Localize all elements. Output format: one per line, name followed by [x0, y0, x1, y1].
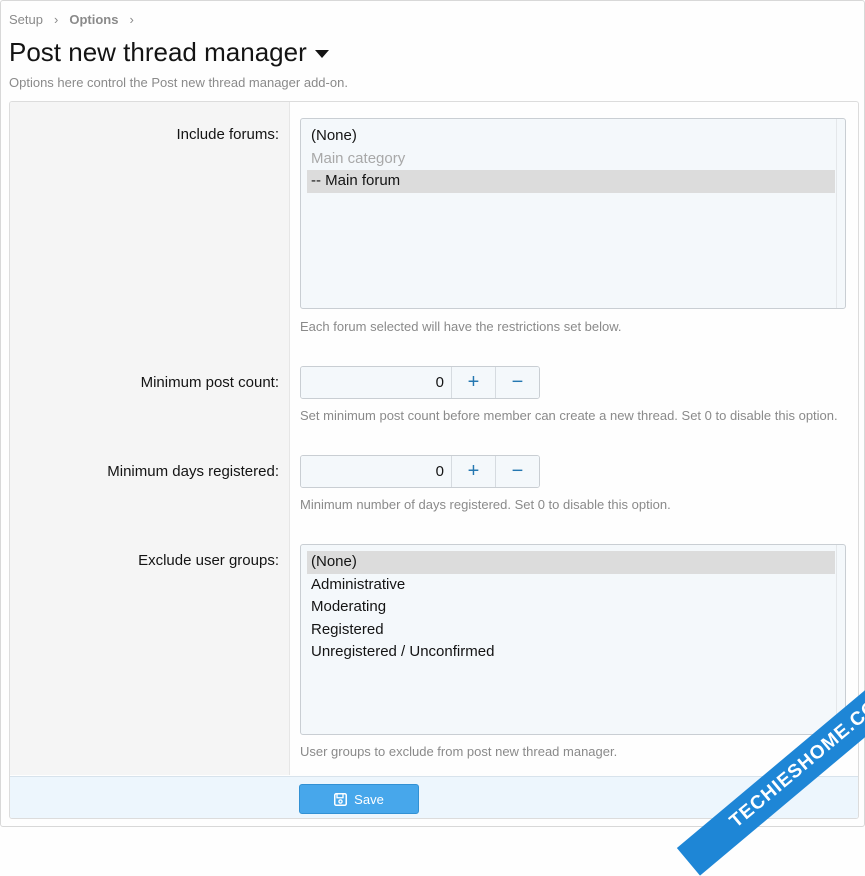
- min-days-registered-decrement-button[interactable]: −: [495, 456, 539, 487]
- floppy-disk-icon: [334, 792, 348, 806]
- min-post-count-increment-button[interactable]: +: [451, 367, 495, 398]
- include-forums-option-none[interactable]: (None): [307, 125, 835, 148]
- save-button-label: Save: [354, 791, 384, 807]
- breadcrumb-options[interactable]: Options: [69, 12, 118, 27]
- min-post-count-stepper: + −: [300, 366, 540, 399]
- page-title: Post new thread manager: [9, 37, 307, 67]
- minus-icon: −: [511, 371, 524, 393]
- min-days-registered-stepper: + −: [300, 455, 540, 488]
- breadcrumb-setup[interactable]: Setup: [9, 12, 43, 27]
- page-title-menu[interactable]: Post new thread manager: [9, 37, 329, 68]
- min-post-count-input[interactable]: [301, 367, 451, 398]
- plus-icon: +: [467, 460, 480, 482]
- include-forums-scrollbar[interactable]: [836, 119, 845, 308]
- exclude-user-groups-option-none[interactable]: (None): [307, 551, 835, 574]
- chevron-right-icon: ›: [129, 12, 134, 27]
- breadcrumb: Setup › Options ›: [9, 12, 145, 27]
- minus-icon: −: [511, 460, 524, 482]
- exclude-user-groups-option-moderating[interactable]: Moderating: [307, 596, 835, 619]
- label-column: Include forums: Minimum post count: Mini…: [10, 102, 290, 775]
- exclude-user-groups-option-unregistered[interactable]: Unregistered / Unconfirmed: [307, 641, 835, 664]
- include-forums-option-main-forum[interactable]: -- Main forum: [307, 170, 835, 193]
- min-post-count-decrement-button[interactable]: −: [495, 367, 539, 398]
- include-forums-explain: Each forum selected will have the restri…: [300, 319, 622, 334]
- caret-down-icon[interactable]: [314, 49, 329, 58]
- min-days-registered-input[interactable]: [301, 456, 451, 487]
- min-post-count-explain: Set minimum post count before member can…: [300, 408, 838, 423]
- min-days-registered-label: Minimum days registered:: [107, 463, 279, 480]
- page-description: Options here control the Post new thread…: [9, 75, 348, 90]
- plus-icon: +: [467, 371, 480, 393]
- include-forums-label: Include forums:: [176, 126, 279, 143]
- min-post-count-label: Minimum post count:: [140, 374, 279, 391]
- include-forums-option-main-category: Main category: [311, 149, 406, 167]
- exclude-user-groups-explain: User groups to exclude from post new thr…: [300, 744, 618, 759]
- exclude-user-groups-select[interactable]: (None) Administrative Moderating Registe…: [300, 544, 846, 735]
- chevron-right-icon: ›: [53, 12, 59, 27]
- include-forums-select[interactable]: (None) Main category -- Main forum: [300, 118, 846, 309]
- exclude-user-groups-option-registered[interactable]: Registered: [307, 619, 835, 642]
- page-frame: Setup › Options › Post new thread manage…: [0, 0, 865, 876]
- options-form: Include forums: Minimum post count: Mini…: [9, 101, 859, 819]
- exclude-user-groups-label: Exclude user groups:: [138, 552, 279, 569]
- exclude-user-groups-scrollbar[interactable]: [836, 545, 845, 734]
- exclude-user-groups-option-administrative[interactable]: Administrative: [307, 574, 835, 597]
- save-button[interactable]: Save: [299, 784, 419, 814]
- min-days-registered-increment-button[interactable]: +: [451, 456, 495, 487]
- min-days-registered-explain: Minimum number of days registered. Set 0…: [300, 497, 671, 512]
